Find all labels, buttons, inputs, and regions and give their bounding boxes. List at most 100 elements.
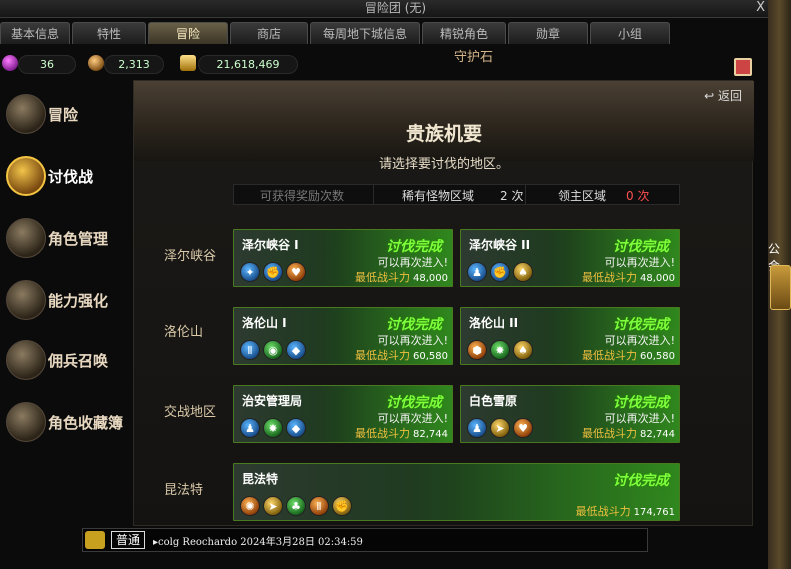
currency-bar: 36 2,313 21,618,469 (0, 53, 768, 75)
card-power-value: 48,000 (413, 273, 448, 284)
treasure-chest-icon[interactable] (770, 265, 791, 310)
tab-shop[interactable]: 商店 (230, 22, 308, 44)
sidebar-item-label: 角色收藏簿 (48, 414, 124, 432)
character-icon (6, 218, 46, 258)
sidebar-item-mercenary[interactable]: 佣兵召唤 (4, 334, 130, 390)
tab-elite-characters[interactable]: 精锐角色 (422, 22, 506, 44)
card-power-value: 48,000 (640, 273, 675, 284)
page-subtitle: 请选择要讨伐的地区。 (378, 157, 509, 172)
dungeon-card-zel-canyon-2[interactable]: 泽尔峡谷 II 讨伐完成 可以再次进入! 最低战斗力 48,000 ♟ ✊ ♠ (460, 229, 680, 287)
card-power: 最低战斗力 48,000 (582, 269, 675, 285)
mercenary-icon (6, 340, 46, 380)
gift-icon[interactable] (734, 58, 752, 76)
gem-icon (2, 55, 18, 71)
diamond-icon: ◆ (286, 340, 306, 360)
tab-group[interactable]: 小组 (590, 22, 670, 44)
sidebar-item-character-collection[interactable]: 角色收藏簿 (4, 396, 130, 452)
club-icon: ♣ (286, 496, 306, 516)
right-side-panel: 公会 (768, 0, 791, 569)
card-power-value: 82,744 (640, 429, 675, 440)
reward-icons: ⬢ ✸ ♠ (467, 340, 536, 360)
card-power-value: 60,580 (413, 351, 448, 362)
adventure-icon (6, 94, 46, 134)
back-arrow-icon: ↩ (704, 89, 715, 103)
card-status: 讨伐完成 (386, 239, 442, 255)
card-status: 讨伐完成 (613, 473, 669, 489)
card-name: 泽尔峡谷 I (242, 238, 299, 252)
region-label: 洛伦山 (164, 325, 204, 340)
window-title: 冒险团 (无) (364, 1, 427, 15)
chat-mode-button[interactable]: 普通 (111, 531, 145, 549)
card-status: 讨伐完成 (386, 317, 442, 333)
rare-zone-count: 2 次 (500, 189, 524, 203)
person-icon: ♟ (467, 262, 487, 282)
star-icon: ✸ (490, 340, 510, 360)
page-title: 贵族机要 (405, 123, 482, 145)
card-status: 讨伐完成 (613, 239, 669, 255)
diamond-icon: ◆ (286, 418, 306, 438)
collection-icon (6, 402, 46, 442)
sidebar-item-character-management[interactable]: 角色管理 (4, 212, 130, 268)
tab-medals[interactable]: 勋章 (508, 22, 588, 44)
dungeon-card-security-bureau[interactable]: 治安管理局 讨伐完成 可以再次进入! 最低战斗力 82,744 ♟ ✸ ◆ (233, 385, 453, 443)
close-icon[interactable]: X (756, 0, 765, 16)
window-titlebar: 冒险团 (无) X (0, 0, 791, 18)
card-power-label: 最低战斗力 (582, 349, 637, 362)
ability-icon (6, 280, 46, 320)
card-power-label: 最低战斗力 (355, 427, 410, 440)
chat-channel-icon[interactable] (85, 531, 105, 549)
subjugation-icon (6, 156, 46, 196)
card-name: 白色雪原 (469, 394, 518, 408)
dungeon-card-lorien-1[interactable]: 洛伦山 I 讨伐完成 可以再次进入! 最低战斗力 60,580 Ⅱ ◉ ◆ (233, 307, 453, 365)
card-name: 洛伦山 I (242, 316, 287, 330)
card-name: 治安管理局 (242, 394, 303, 408)
arrow-icon: ➤ (490, 418, 510, 438)
card-power-label: 最低战斗力 (575, 505, 631, 518)
sidebar-item-label: 能力强化 (48, 292, 109, 310)
card-power: 最低战斗力 174,761 (576, 503, 675, 519)
fist-icon: ✊ (263, 262, 283, 282)
chat-message: ▸colg Reochardo 2024年3月28日 02:34:59 (153, 533, 363, 548)
tab-adventure[interactable]: 冒险 (148, 22, 228, 44)
region-label: 昆法特 (164, 483, 204, 498)
sidebar-item-label: 角色管理 (48, 230, 109, 248)
sidebar-item-label: 佣兵召唤 (48, 352, 109, 370)
reward-icons: ✺ ➤ ♣ Ⅱ ✊ (240, 496, 355, 516)
tab-basic-info[interactable]: 基本信息 (0, 22, 70, 44)
card-power-label: 最低战斗力 (582, 271, 637, 284)
reward-icons: ♟ ✸ ◆ (240, 418, 309, 438)
subjugation-panel: ↩ 返回 贵族机要 请选择要讨伐的地区。 可获得奖励次数 稀有怪物区域 2 次 … (133, 80, 754, 526)
sidebar-item-subjugation[interactable]: 讨伐战 (4, 150, 130, 206)
arrow-icon: ➤ (263, 496, 283, 516)
reward-count-label: 可获得奖励次数 (260, 189, 345, 203)
card-status: 讨伐完成 (386, 395, 442, 411)
chat-bar: 普通 ▸colg Reochardo 2024年3月28日 02:34:59 (82, 528, 648, 552)
card-reenter: 可以再次进入! (604, 412, 675, 425)
shield-icon: ⬢ (467, 340, 487, 360)
card-power: 最低战斗力 82,744 (582, 425, 675, 441)
dungeon-card-white-snowfield[interactable]: 白色雪原 讨伐完成 可以再次进入! 最低战斗力 82,744 ♟ ➤ ♥ (460, 385, 680, 443)
sidebar: 冒险 讨伐战 角色管理 能力强化 佣兵召唤 角色收藏簿 (0, 82, 133, 522)
dungeon-card-lorien-2[interactable]: 洛伦山 II 讨伐完成 可以再次进入! 最低战斗力 60,580 ⬢ ✸ ♠ (460, 307, 680, 365)
heart-icon: ♥ (286, 262, 306, 282)
coin-count: 2,313 (104, 55, 164, 74)
card-reenter: 可以再次进入! (604, 334, 675, 347)
dungeon-card-zel-canyon-1[interactable]: 泽尔峡谷 I 讨伐完成 可以再次进入! 最低战斗力 48,000 ✦ ✊ ♥ (233, 229, 453, 287)
fist-icon: ✊ (332, 496, 352, 516)
back-label: 返回 (717, 89, 742, 103)
dungeon-card-kunfat[interactable]: 昆法特 讨伐完成 最低战斗力 174,761 ✺ ➤ ♣ Ⅱ ✊ (233, 463, 680, 521)
tab-weekly-dungeon[interactable]: 每周地下城信息 (310, 22, 420, 44)
reward-icons: Ⅱ ◉ ◆ (240, 340, 309, 360)
gold-count: 21,618,469 (198, 55, 298, 74)
back-button[interactable]: ↩ 返回 (704, 87, 742, 104)
sidebar-item-adventure[interactable]: 冒险 (4, 88, 130, 144)
card-status: 讨伐完成 (613, 395, 669, 411)
card-status: 讨伐完成 (613, 317, 669, 333)
tab-traits[interactable]: 特性 (72, 22, 146, 44)
reward-icons: ✦ ✊ ♥ (240, 262, 309, 282)
card-name: 泽尔峡谷 II (469, 238, 531, 252)
sidebar-item-label: 冒险 (48, 106, 79, 124)
boss-zone-count: 0 次 (626, 189, 650, 203)
rare-zone-label: 稀有怪物区域 (402, 189, 475, 203)
sidebar-item-ability-enhance[interactable]: 能力强化 (4, 274, 130, 330)
